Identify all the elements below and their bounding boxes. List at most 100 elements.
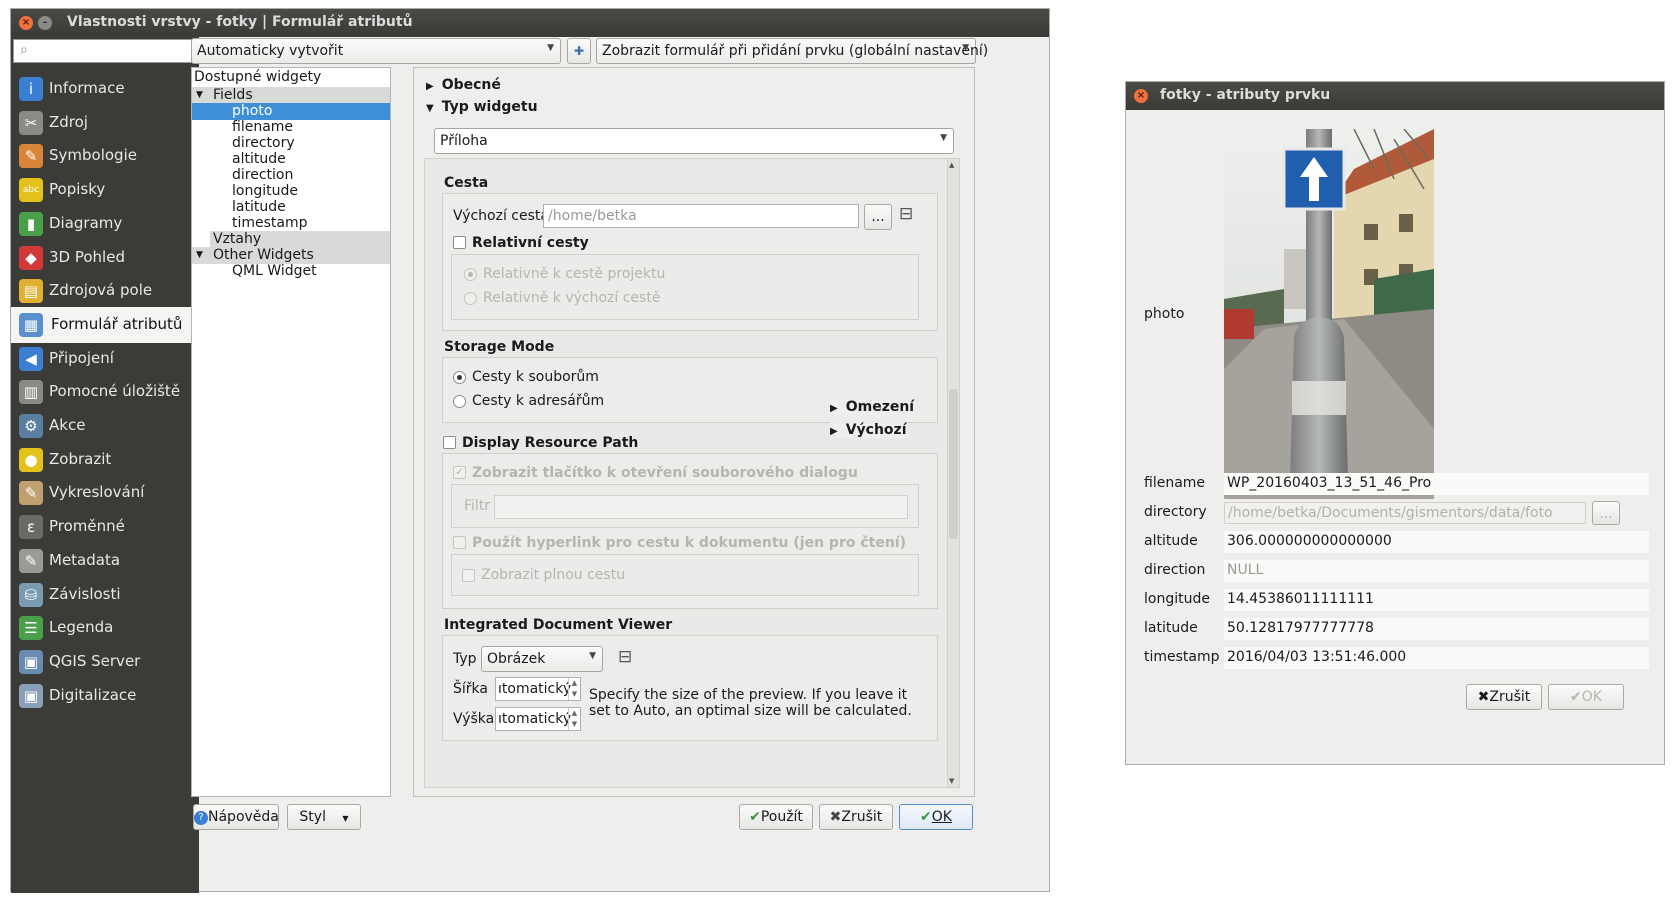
feature-field-value-directory[interactable]: /home/betka/Documents/gismentors/data/fo…	[1224, 502, 1586, 524]
show-file-dialog-checkbox[interactable]: ✓	[453, 466, 466, 479]
gear-icon: ⚙	[19, 414, 43, 438]
spin-down-icon[interactable]: ▼	[572, 720, 577, 728]
tree-item-latitude[interactable]: latitude	[232, 199, 286, 216]
feature-ok-button[interactable]: ✔OK	[1548, 684, 1624, 710]
tree-group-other-widgets[interactable]: ▼ Other Widgets	[192, 247, 390, 264]
expression-icon[interactable]: ⊟	[899, 204, 913, 224]
storage-files-radio[interactable]	[453, 371, 466, 384]
relative-default-label: Relativně k výchozí cestě	[483, 290, 661, 306]
display-resource-path-checkbox[interactable]	[443, 436, 456, 449]
scroll-up-icon[interactable]: ▲	[949, 161, 954, 169]
tree-item-photo[interactable]: photo	[192, 103, 390, 120]
relative-default-radio[interactable]	[464, 292, 477, 305]
sidebar-item-19[interactable]: ▣ Digitalizace	[11, 678, 199, 714]
sidebar-item-13[interactable]: ✎ Vykreslování	[11, 475, 199, 511]
tree-item-longitude[interactable]: longitude	[232, 183, 298, 200]
style-button[interactable]: Styl ▼	[287, 804, 361, 830]
section-defaults[interactable]: ▶ Výchozí	[830, 422, 907, 438]
tree-item-directory[interactable]: directory	[232, 135, 295, 152]
feature-field-value-longitude[interactable]: 14.45386011111111	[1224, 589, 1649, 611]
sidebar-item-9[interactable]: ◀ Připojení	[11, 341, 199, 377]
python-icon[interactable]: ✚	[567, 38, 591, 64]
show-full-path-checkbox[interactable]	[462, 569, 475, 582]
scroll-down-icon[interactable]: ▼	[949, 777, 954, 785]
chevron-down-icon: ▼	[962, 43, 969, 53]
tree-item-filename[interactable]: filename	[232, 119, 293, 136]
tree-item-qml-widget[interactable]: QML Widget	[232, 263, 317, 280]
close-icon[interactable]: ×	[1134, 89, 1148, 103]
feature-field-value-direction[interactable]: NULL	[1224, 560, 1649, 582]
sidebar-item-17[interactable]: ☰ Legenda	[11, 610, 199, 646]
sidebar-item-label: 3D Pohled	[49, 247, 125, 266]
sidebar-item-1[interactable]: i Informace	[11, 71, 199, 107]
spin-arrows-icon[interactable]: ▲ ▼	[568, 708, 580, 730]
sidebar-item-10[interactable]: ▥ Pomocné úložiště	[11, 374, 199, 410]
use-hyperlink-checkbox[interactable]	[453, 536, 466, 549]
viewer-type-combo[interactable]: Obrázek ▼	[481, 646, 603, 672]
sidebar-item-4[interactable]: abc Popisky	[11, 172, 199, 208]
collapsed-icon: ▶	[830, 426, 838, 437]
browse-button[interactable]: ...	[864, 204, 892, 230]
tree-item-altitude[interactable]: altitude	[232, 151, 286, 168]
help-button[interactable]: ? Nápověda	[193, 804, 279, 830]
width-spinbox[interactable]: ıtomatický ▲ ▼	[495, 677, 581, 701]
apply-button[interactable]: ✔Použít	[739, 804, 813, 830]
relative-paths-checkbox[interactable]	[453, 236, 466, 249]
sidebar-item-3[interactable]: ✎ Symbologie	[11, 138, 199, 174]
feature-field-value-altitude[interactable]: 306.000000000000000	[1224, 531, 1649, 553]
sidebar-search-input[interactable]: ⌕	[13, 39, 197, 63]
feature-field-value-timestamp[interactable]: 2016/04/03 13:51:46.000	[1224, 647, 1649, 669]
expand-icon[interactable]: ▼	[196, 87, 203, 104]
tree-group-relations[interactable]: Vztahy	[210, 231, 390, 248]
sidebar-item-5[interactable]: ▮ Diagramy	[11, 206, 199, 242]
cube-icon: ◆	[19, 245, 43, 270]
spin-down-icon[interactable]: ▼	[572, 690, 577, 698]
tree-group-fields[interactable]: ▼ Fields	[192, 87, 390, 104]
tree-item-timestamp[interactable]: timestamp	[232, 215, 308, 232]
spin-arrows-icon[interactable]: ▲ ▼	[568, 678, 580, 700]
filter-input[interactable]	[494, 495, 908, 519]
height-spinbox[interactable]: ıtomatický ▲ ▼	[495, 707, 581, 731]
sidebar-item-6[interactable]: ◆ 3D Pohled	[11, 240, 199, 276]
feature-browse-button[interactable]: ...	[1592, 501, 1620, 525]
ok-button[interactable]: ✔OK	[899, 804, 973, 830]
cancel-button[interactable]: ✖Zrušit	[819, 804, 893, 830]
sidebar-item-16[interactable]: ⛁ Závislosti	[11, 577, 199, 613]
tree-header: Dostupné widgety	[194, 69, 322, 85]
section-widget-type[interactable]: ▼ Typ widgetu	[426, 99, 538, 115]
relative-options-group: Relativně k cestě projektu Relativně k v…	[451, 254, 919, 320]
spin-up-icon[interactable]: ▲	[572, 679, 577, 687]
storage-dirs-radio[interactable]	[453, 395, 466, 408]
sidebar-item-12[interactable]: ● Zobrazit	[11, 442, 199, 478]
expand-icon[interactable]: ▼	[196, 247, 203, 264]
path-group: Výchozí cesta /home/betka ... ⊟ Relativn…	[442, 193, 938, 331]
sidebar-item-18[interactable]: ▣ QGIS Server	[11, 644, 199, 680]
tree-item-direction[interactable]: direction	[232, 167, 293, 184]
form-mode-combo[interactable]: Zobrazit formulář při přidání prvku (glo…	[596, 38, 988, 64]
expression-icon[interactable]: ⊟	[618, 647, 632, 667]
street-photo	[1224, 129, 1434, 499]
spin-up-icon[interactable]: ▲	[572, 709, 577, 717]
minimize-icon[interactable]: –	[38, 16, 52, 30]
sidebar-item-14[interactable]: ε Proměnné	[11, 509, 199, 545]
section-constraints[interactable]: ▶ Omezení	[830, 399, 915, 415]
photo-label: photo	[1144, 306, 1185, 322]
section-general[interactable]: ▶ Obecné	[426, 77, 501, 93]
feature-cancel-button[interactable]: ✖Zrušit	[1466, 684, 1542, 710]
sidebar-item-label: Zdroj	[49, 112, 88, 131]
sidebar-item-7[interactable]: ▤ Zdrojová pole	[11, 273, 199, 309]
widget-type-combo[interactable]: Příloha ▼	[434, 128, 954, 154]
sidebar-item-15[interactable]: ✎ Metadata	[11, 543, 199, 579]
layout-combo[interactable]: Automaticky vytvořit ▼	[191, 38, 561, 64]
feature-field-value-latitude[interactable]: 50.12817977777778	[1224, 618, 1649, 640]
vertical-scrollbar[interactable]: ▲ ▼	[947, 159, 959, 787]
tree-group-relations-label: Vztahy	[213, 231, 262, 247]
relative-project-radio[interactable]	[464, 268, 477, 281]
sidebar-item-8[interactable]: ▦ Formulář atributů	[11, 306, 199, 343]
scrollbar-thumb[interactable]	[949, 389, 958, 539]
feature-field-value-filename[interactable]: WP_20160403_13_51_46_Pro	[1224, 473, 1649, 495]
default-path-input[interactable]: /home/betka	[543, 204, 859, 228]
sidebar-item-11[interactable]: ⚙ Akce	[11, 408, 199, 444]
close-icon[interactable]: ×	[19, 16, 33, 30]
sidebar-item-2[interactable]: ✂ Zdroj	[11, 105, 199, 141]
